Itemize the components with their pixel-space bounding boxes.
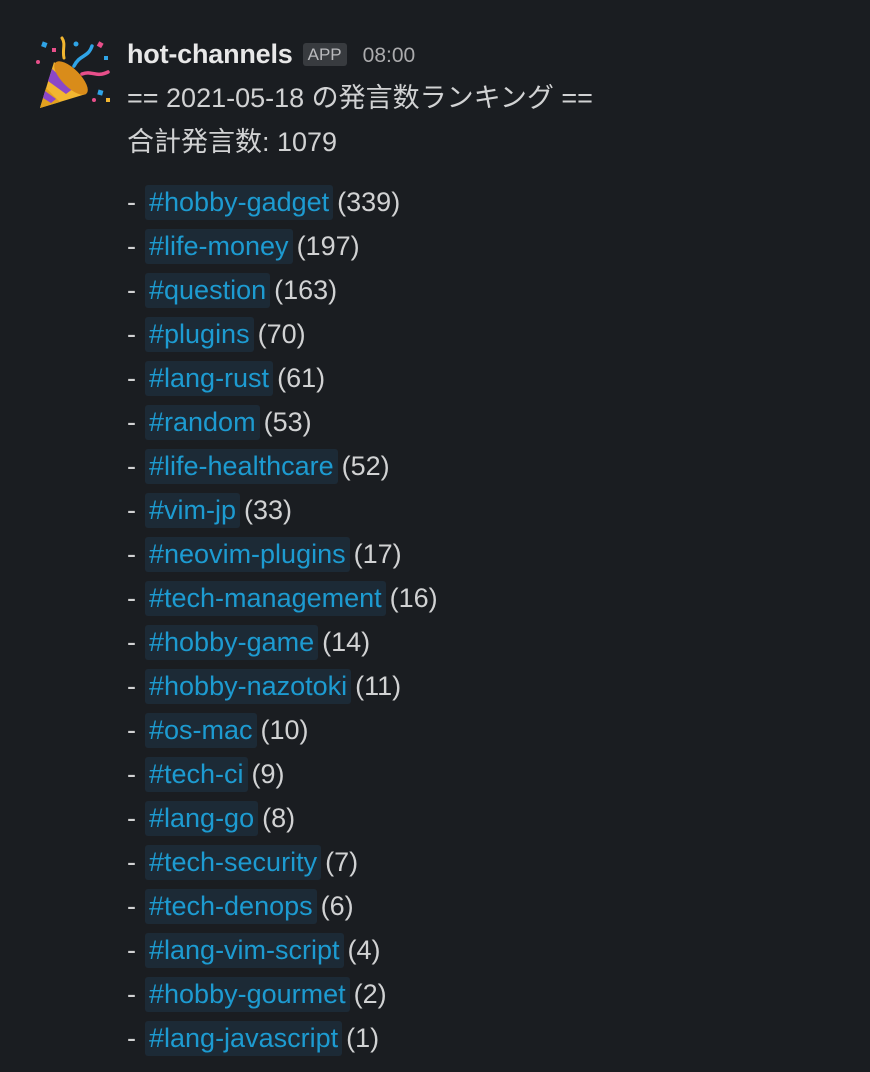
- list-item: - #tech-management (16): [127, 576, 850, 620]
- message-count: (10): [260, 715, 309, 745]
- list-bullet: -: [127, 231, 136, 261]
- channel-link[interactable]: #vim-jp: [145, 493, 241, 528]
- message-count: (61): [277, 363, 326, 393]
- channel-link[interactable]: #neovim-plugins: [145, 537, 350, 572]
- list-bullet: -: [127, 759, 136, 789]
- list-item: - #lang-rust (61): [127, 356, 850, 400]
- message-count: (6): [320, 891, 354, 921]
- message-count: (2): [353, 979, 387, 1009]
- timestamp[interactable]: 08:00: [363, 44, 416, 68]
- list-item: - #os-mac (10): [127, 708, 850, 752]
- list-item: - #lang-javascript (1): [127, 1016, 850, 1060]
- channel-link[interactable]: #question: [145, 273, 271, 308]
- message-count: (9): [251, 759, 285, 789]
- total-count: 合計発言数: 1079: [127, 127, 338, 157]
- list-item: - #tech-security (7): [127, 840, 850, 884]
- list-bullet: -: [127, 715, 136, 745]
- list-bullet: -: [127, 407, 136, 437]
- list-item: - #question (163): [127, 268, 850, 312]
- list-bullet: -: [127, 275, 136, 305]
- message-count: (17): [353, 539, 402, 569]
- list-item: - #tech-denops (6): [127, 884, 850, 928]
- list-bullet: -: [127, 803, 136, 833]
- list-item: - #plugins (70): [127, 312, 850, 356]
- channel-link[interactable]: #os-mac: [145, 713, 257, 748]
- message-count: (16): [389, 583, 438, 613]
- message-count: (14): [322, 627, 371, 657]
- list-bullet: -: [127, 319, 136, 349]
- message-count: (52): [341, 451, 390, 481]
- list-bullet: -: [127, 1023, 136, 1053]
- message-count: (33): [244, 495, 293, 525]
- list-bullet: -: [127, 539, 136, 569]
- channel-link[interactable]: #tech-security: [145, 845, 322, 880]
- ranking-title: == 2021-05-18 の発言数ランキング ==: [127, 83, 593, 113]
- list-item: - #hobby-gourmet (2): [127, 972, 850, 1016]
- channel-link[interactable]: #tech-ci: [145, 757, 248, 792]
- channel-link[interactable]: #hobby-gadget: [145, 185, 334, 220]
- channel-link[interactable]: #lang-vim-script: [145, 933, 344, 968]
- message-count: (4): [347, 935, 381, 965]
- list-item: - #lang-vim-script (4): [127, 928, 850, 972]
- message-count: (163): [274, 275, 338, 305]
- channel-ranking-list: - #hobby-gadget (339) - #life-money (197) - #qu…: [127, 180, 850, 1060]
- list-bullet: -: [127, 979, 136, 1009]
- channel-link[interactable]: #tech-management: [145, 581, 386, 616]
- channel-link[interactable]: #lang-javascript: [145, 1021, 343, 1056]
- list-item: - #hobby-nazotoki (11): [127, 664, 850, 708]
- message-count: (70): [257, 319, 306, 349]
- list-bullet: -: [127, 935, 136, 965]
- message: hot-channels APP 08:00 == 2021-05-18 の発言…: [0, 0, 870, 1072]
- app-badge: APP: [302, 42, 347, 66]
- list-item: - #tech-ci (9): [127, 752, 850, 796]
- channel-link[interactable]: #random: [145, 405, 260, 440]
- list-item: - #random (53): [127, 400, 850, 444]
- message-count: (8): [262, 803, 296, 833]
- channel-link[interactable]: #plugins: [145, 317, 254, 352]
- list-item: - #hobby-game (14): [127, 620, 850, 664]
- message-count: (53): [263, 407, 312, 437]
- channel-link[interactable]: #hobby-game: [145, 625, 319, 660]
- list-item: - #hobby-gadget (339): [127, 180, 850, 224]
- message-count: (339): [337, 187, 401, 217]
- list-bullet: -: [127, 187, 136, 217]
- list-bullet: -: [127, 495, 136, 525]
- list-item: - #neovim-plugins (17): [127, 532, 850, 576]
- list-bullet: -: [127, 583, 136, 613]
- channel-link[interactable]: #hobby-nazotoki: [145, 669, 352, 704]
- channel-link[interactable]: #lang-rust: [145, 361, 274, 396]
- message-count: (1): [346, 1023, 380, 1053]
- message-count: (11): [355, 671, 402, 701]
- list-bullet: -: [127, 671, 136, 701]
- party-popper-icon[interactable]: [36, 36, 112, 112]
- channel-link[interactable]: #life-money: [145, 229, 293, 264]
- list-bullet: -: [127, 847, 136, 877]
- list-bullet: -: [127, 451, 136, 481]
- channel-link[interactable]: #hobby-gourmet: [145, 977, 350, 1012]
- list-item: - #vim-jp (33): [127, 488, 850, 532]
- list-item: - #lang-go (8): [127, 796, 850, 840]
- list-item: - #life-healthcare (52): [127, 444, 850, 488]
- list-bullet: -: [127, 891, 136, 921]
- message-content: hot-channels APP 08:00 == 2021-05-18 の発言…: [127, 34, 850, 1060]
- channel-link[interactable]: #lang-go: [145, 801, 259, 836]
- list-item: - #life-money (197): [127, 224, 850, 268]
- channel-link[interactable]: #tech-denops: [145, 889, 317, 924]
- list-bullet: -: [127, 627, 136, 657]
- username[interactable]: hot-channels: [127, 39, 293, 70]
- list-bullet: -: [127, 363, 136, 393]
- channel-link[interactable]: #life-healthcare: [145, 449, 338, 484]
- message-header: hot-channels APP 08:00: [127, 34, 850, 74]
- message-count: (7): [325, 847, 359, 877]
- message-count: (197): [296, 231, 360, 261]
